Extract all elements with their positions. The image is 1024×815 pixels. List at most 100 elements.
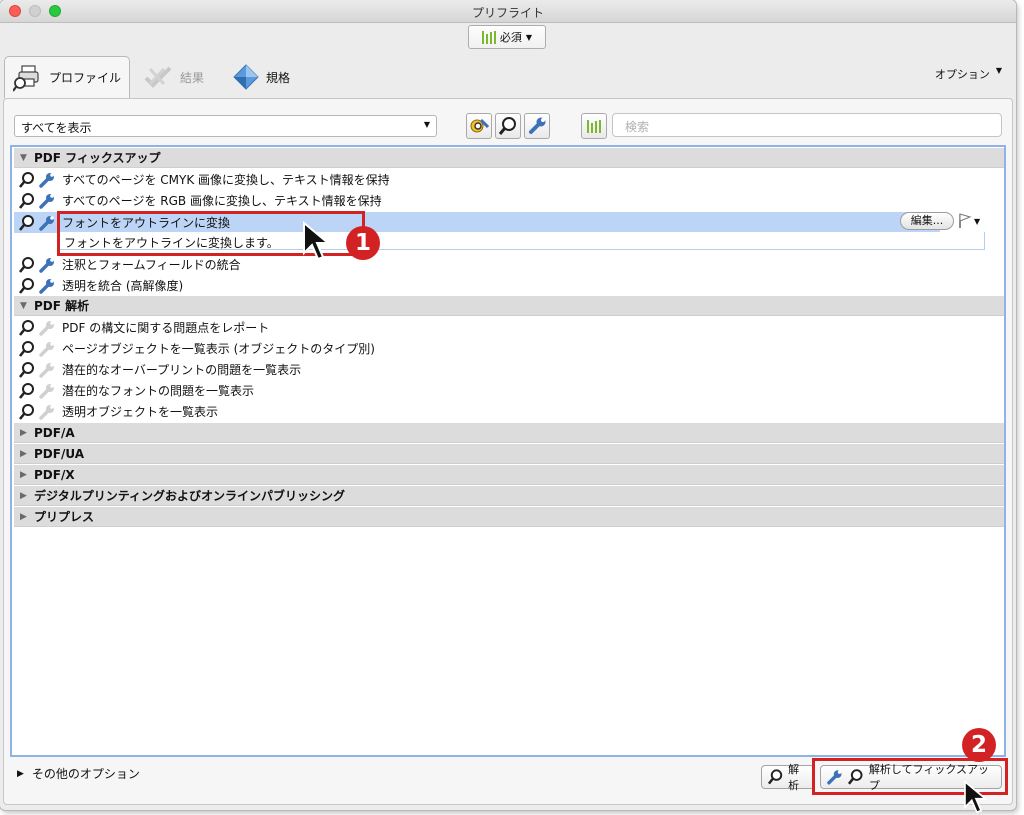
required-filter-button[interactable] bbox=[581, 113, 607, 139]
dropdown-arrow-icon: ▼ bbox=[974, 216, 981, 226]
wrench-icon bbox=[39, 278, 54, 294]
search-input[interactable]: 検索 bbox=[612, 113, 1002, 137]
magnifier-icon bbox=[18, 319, 34, 336]
list-item-label: ページオブジェクトを一覧表示 (オブジェクトのタイプ別) bbox=[62, 342, 375, 356]
tab-standards-label: 規格 bbox=[266, 70, 291, 85]
standards-diamond-icon bbox=[233, 64, 259, 90]
window-title: プリフライト bbox=[471, 6, 544, 20]
collapsed-triangle-icon: ▶ bbox=[20, 427, 27, 438]
list-item-label: 注釈とフォームフィールドの統合 bbox=[62, 258, 241, 272]
magnifier-icon bbox=[18, 382, 34, 399]
list-item-label: 透明オブジェクトを一覧表示 bbox=[62, 405, 219, 419]
tab-bar: プロファイル 結果 規格 bbox=[0, 52, 1016, 98]
list-item[interactable]: すべてのページを CMYK 画像に変換し、テキスト情報を保持 bbox=[14, 169, 1004, 190]
magnifier-icon bbox=[18, 214, 34, 231]
group-title: PDF 解析 bbox=[34, 299, 90, 313]
bars-icon bbox=[587, 119, 601, 133]
search-placeholder: 検索 bbox=[625, 120, 650, 134]
magnifier-icon bbox=[18, 256, 34, 273]
group-header-pdf-analysis[interactable]: ▼ PDF 解析 bbox=[14, 296, 1004, 316]
profile-filter-icon bbox=[470, 118, 489, 133]
list-item-label: 透明を統合 (高解像度) bbox=[62, 279, 184, 293]
show-all-profiles-button[interactable] bbox=[466, 113, 492, 139]
list-item[interactable]: ページオブジェクトを一覧表示 (オブジェクトのタイプ別) bbox=[14, 338, 1004, 359]
wrench-disabled-icon bbox=[39, 404, 54, 420]
wrench-disabled-icon bbox=[39, 320, 54, 336]
list-item[interactable]: すべてのページを RGB 画像に変換し、テキスト情報を保持 bbox=[14, 190, 1004, 211]
more-options-label: その他のオプション bbox=[31, 767, 140, 781]
collapsed-triangle-icon: ▶ bbox=[20, 490, 27, 501]
list-item[interactable]: PDF の構文に関する問題点をレポート bbox=[14, 317, 1004, 338]
analysis-filter-button[interactable] bbox=[495, 113, 521, 139]
expanded-triangle-icon: ▼ bbox=[20, 300, 27, 311]
group-header-pdf-ua[interactable]: ▶ PDF/UA bbox=[14, 444, 1004, 464]
step-badge-2: 2 bbox=[962, 728, 996, 762]
dropdown-arrow-icon: ▼ bbox=[525, 32, 533, 42]
mouse-pointer-icon bbox=[964, 780, 988, 814]
list-item[interactable]: 透明を統合 (高解像度) bbox=[14, 275, 1004, 296]
flag-menu-button[interactable]: ▼ bbox=[958, 212, 984, 230]
mouse-pointer-icon bbox=[303, 221, 331, 261]
profile-printer-icon bbox=[13, 64, 39, 92]
tab-profiles[interactable]: プロファイル bbox=[4, 56, 130, 98]
wrench-icon bbox=[39, 215, 54, 231]
edit-button[interactable]: 編集... bbox=[900, 212, 954, 230]
list-item-label: PDF の構文に関する問題点をレポート bbox=[62, 321, 270, 335]
bars-icon bbox=[481, 30, 496, 44]
magnifier-icon bbox=[767, 769, 783, 785]
group-title: PDF フィックスアップ bbox=[34, 151, 161, 165]
group-title: PDF/X bbox=[34, 467, 75, 482]
tab-standards[interactable]: 規格 bbox=[232, 56, 290, 98]
magnifier-icon bbox=[18, 192, 34, 209]
title-bar: プリフライト bbox=[0, 0, 1016, 23]
list-item[interactable]: 注釈とフォームフィールドの統合 bbox=[14, 254, 1004, 275]
group-title: PDF/UA bbox=[34, 446, 84, 461]
required-label: 必須 bbox=[499, 31, 522, 44]
options-menu[interactable]: オプション ▼ bbox=[935, 66, 1002, 82]
wrench-icon bbox=[39, 172, 54, 188]
group-header-pdf-x[interactable]: ▶ PDF/X bbox=[14, 465, 1004, 485]
disclosure-triangle-icon: ▶ bbox=[17, 768, 24, 779]
tab-profiles-label: プロファイル bbox=[49, 71, 122, 85]
list-item[interactable]: 潜在的なフォントの問題を一覧表示 bbox=[14, 380, 1004, 401]
results-check-icon bbox=[144, 66, 172, 88]
required-dropdown-button[interactable]: 必須 ▼ bbox=[468, 25, 546, 49]
list-item-label: すべてのページを RGB 画像に変換し、テキスト情報を保持 bbox=[62, 194, 382, 208]
group-header-pdf-fixups[interactable]: ▼ PDF フィックスアップ bbox=[14, 148, 1004, 168]
expanded-triangle-icon: ▼ bbox=[20, 152, 27, 163]
wrench-disabled-icon bbox=[39, 341, 54, 357]
list-item-label: すべてのページを CMYK 画像に変換し、テキスト情報を保持 bbox=[62, 173, 390, 187]
list-item-label: 潜在的なフォントの問題を一覧表示 bbox=[62, 384, 255, 398]
magnifier-icon bbox=[18, 361, 34, 378]
dropdown-arrow-icon: ▼ bbox=[995, 66, 1002, 75]
wrench-icon bbox=[529, 117, 546, 134]
wrench-icon bbox=[39, 193, 54, 209]
group-header-digital-printing[interactable]: ▶ デジタルプリンティングおよびオンラインパブリッシング bbox=[14, 486, 1004, 506]
group-header-pdf-a[interactable]: ▶ PDF/A bbox=[14, 423, 1004, 443]
analyze-button[interactable]: 解析 bbox=[761, 763, 815, 792]
collapsed-triangle-icon: ▶ bbox=[20, 469, 27, 480]
fixup-filter-button[interactable] bbox=[524, 113, 550, 139]
more-options-toggle[interactable]: ▶ その他のオプション bbox=[17, 765, 140, 782]
collapsed-triangle-icon: ▶ bbox=[20, 448, 27, 459]
group-header-prepress[interactable]: ▶ プリプレス bbox=[14, 507, 1004, 527]
tab-results-label: 結果 bbox=[180, 70, 205, 85]
tab-results[interactable]: 結果 bbox=[144, 56, 204, 98]
filter-value: すべてを表示 bbox=[21, 121, 92, 135]
wrench-disabled-icon bbox=[39, 383, 54, 399]
preflight-window: プリフライト 必須 ▼ プロファイル 結果 規格 オプション ▼ すべてを表示 … bbox=[0, 0, 1016, 810]
dropdown-arrow-icon: ▼ bbox=[423, 120, 430, 129]
wrench-icon bbox=[39, 257, 54, 273]
list-item[interactable]: 潜在的なオーバープリントの問題を一覧表示 bbox=[14, 359, 1004, 380]
step-badge-1: 1 bbox=[346, 226, 380, 260]
flag-icon bbox=[959, 213, 972, 228]
group-title: PDF/A bbox=[34, 425, 75, 440]
wrench-disabled-icon bbox=[39, 362, 54, 378]
filter-select[interactable]: すべてを表示 ▼ bbox=[14, 115, 437, 137]
collapsed-triangle-icon: ▶ bbox=[20, 511, 27, 522]
magnifier-icon bbox=[18, 403, 34, 420]
magnifier-icon bbox=[18, 171, 34, 188]
list-item[interactable]: 透明オブジェクトを一覧表示 bbox=[14, 401, 1004, 422]
magnifier-icon bbox=[498, 117, 516, 135]
options-label: オプション bbox=[934, 68, 990, 81]
